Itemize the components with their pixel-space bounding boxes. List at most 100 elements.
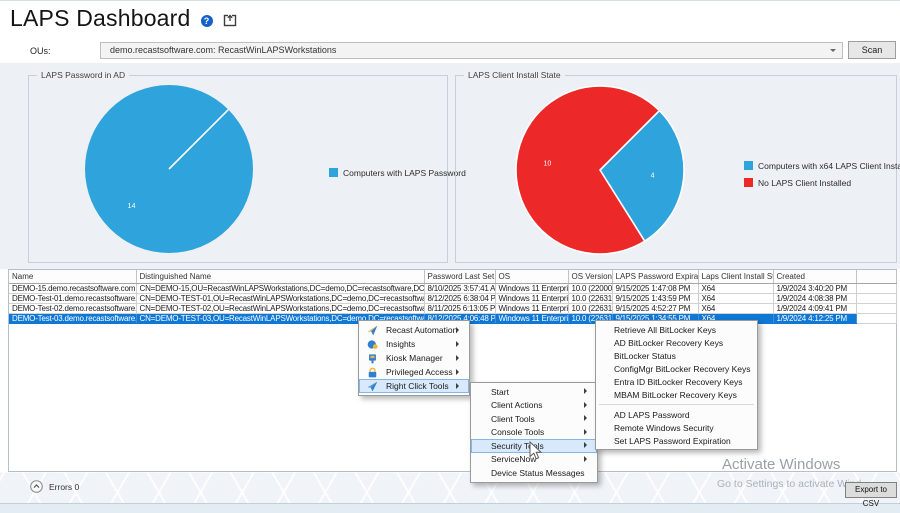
table-cell[interactable]: Windows 11 Enterprise [495, 303, 568, 313]
table-row-demo-15[interactable]: DEMO-15.demo.recastsoftware.comCN=DEMO-1… [9, 283, 896, 293]
table-cell[interactable]: 9/15/2025 1:43:59 PM [612, 293, 698, 303]
table-cell[interactable] [856, 283, 896, 293]
submenu-arrow-icon [456, 369, 462, 375]
legend-item-no-laps-client-installed: No LAPS Client Installed [744, 174, 900, 191]
submenu-arrow-icon [584, 388, 590, 394]
table-cell[interactable]: 1/9/2024 4:08:38 PM [773, 293, 856, 303]
menu-separator [599, 404, 754, 405]
table-cell[interactable]: CN=DEMO-TEST-02,OU=RecastWinLAPSWorkstat… [136, 303, 424, 313]
chevron-down-icon [830, 49, 836, 55]
menu-item-label: Device Status Messages [491, 468, 585, 478]
computers-table: NameDistinguished NamePassword Last SetO… [9, 270, 897, 324]
table-cell[interactable]: X64 [698, 303, 773, 313]
menu-item-insights[interactable]: Insights [359, 337, 469, 351]
table-cell[interactable]: X64 [698, 293, 773, 303]
menu-item-recast-automation[interactable]: Recast Automation [359, 323, 469, 337]
menu-item-entra-id-bitlocker-recovery-keys[interactable]: Entra ID BitLocker Recovery Keys [596, 375, 757, 388]
table-cell[interactable]: 9/15/2025 4:52:27 PM [612, 303, 698, 313]
column-header-laps-password-expiration[interactable]: LAPS Password Expiration [612, 270, 698, 283]
activate-windows-watermark: Activate Windows [722, 456, 840, 473]
menu-item-ad-bitlocker-recovery-keys[interactable]: AD BitLocker Recovery Keys [596, 336, 757, 349]
table-cell[interactable]: DEMO-Test-03.demo.recastsoftware.com [9, 313, 136, 323]
table-cell[interactable]: Windows 11 Enterprise [495, 313, 568, 323]
activate-windows-subtext: Go to Settings to activate Wind [717, 478, 861, 490]
menu-item-remote-windows-security[interactable]: Remote Windows Security [596, 421, 757, 434]
table-cell[interactable]: 8/11/2025 6:13:05 PM [424, 303, 495, 313]
svg-text:14: 14 [128, 203, 136, 210]
submenu-arrow-icon [584, 402, 590, 408]
legend-swatch [744, 161, 753, 170]
popout-icon[interactable] [223, 13, 237, 27]
menu-item-console-tools[interactable]: Console Tools [471, 426, 597, 440]
menu-item-configmgr-bitlocker-recovery-keys[interactable]: ConfigMgr BitLocker Recovery Keys [596, 362, 757, 375]
submenu-arrow-icon [456, 355, 462, 361]
column-header-name[interactable]: Name [9, 270, 136, 283]
column-header-spacer[interactable] [856, 270, 896, 283]
column-header-distinguished-name[interactable]: Distinguished Name [136, 270, 424, 283]
help-icon[interactable]: ? [201, 15, 213, 27]
table-cell[interactable]: X64 [698, 283, 773, 293]
table-cell[interactable]: DEMO-Test-02.demo.recastsoftware.com [9, 303, 136, 313]
table-cell[interactable]: CN=DEMO-15,OU=RecastWinLAPSWorkstations,… [136, 283, 424, 293]
table-cell[interactable] [856, 303, 896, 313]
menu-item-mbam-bitlocker-recovery-keys[interactable]: MBAM BitLocker Recovery Keys [596, 388, 757, 401]
table-cell[interactable]: 10.0 (22631) [568, 293, 612, 303]
menu-item-label: Start [491, 387, 509, 397]
submenu-arrow-icon [456, 327, 462, 333]
rocket-icon [367, 325, 378, 336]
table-cell[interactable]: Windows 11 Enterprise [495, 283, 568, 293]
table-header-row: NameDistinguished NamePassword Last SetO… [9, 270, 896, 283]
submenu-arrow-icon [584, 442, 590, 448]
right-click-tools-submenu: Start Client ActionsClient ToolsConsole T… [470, 382, 598, 483]
menu-item-client-tools[interactable]: Client Tools [471, 412, 597, 426]
table-cell[interactable]: 10.0 (22631) [568, 303, 612, 313]
menu-item-device-status-messages[interactable]: Device Status Messages [471, 466, 597, 480]
laps-password-legend: Computers with LAPS Password [329, 164, 466, 181]
menu-item-privileged-access[interactable]: Privileged Access [359, 365, 469, 379]
submenu-arrow-icon [456, 341, 462, 347]
column-header-os[interactable]: OS [495, 270, 568, 283]
table-cell[interactable]: 1/9/2024 4:09:41 PM [773, 303, 856, 313]
svg-text:4: 4 [651, 172, 655, 179]
column-header-laps-client-install-state[interactable]: Laps Client Install State [698, 270, 773, 283]
menu-item-set-laps-password-expiration[interactable]: Set LAPS Password Expiration [596, 434, 757, 447]
table-cell[interactable] [856, 293, 896, 303]
column-header-password-last-set[interactable]: Password Last Set [424, 270, 495, 283]
plane-icon [367, 381, 378, 392]
table-cell[interactable]: 9/15/2025 1:47:08 PM [612, 283, 698, 293]
menu-item-kiosk-manager[interactable]: Kiosk Manager [359, 351, 469, 365]
table-cell[interactable]: 1/9/2024 3:40:20 PM [773, 283, 856, 293]
legend-label: No LAPS Client Installed [758, 178, 851, 188]
menu-item-retrieve-all-bitlocker-keys[interactable]: Retrieve All BitLocker Keys [596, 323, 757, 336]
table-cell[interactable] [856, 313, 896, 323]
menu-item-right-click-tools[interactable]: Right Click Tools [359, 379, 469, 393]
menu-item-bitlocker-status[interactable]: BitLocker Status [596, 349, 757, 362]
ou-dropdown[interactable]: demo.recastsoftware.com: RecastWinLAPSWo… [100, 42, 843, 59]
legend-item-computers-with-x64-laps-client-installed: Computers with x64 LAPS Client Installed [744, 157, 900, 174]
legend-swatch [329, 168, 338, 177]
table-row-demo-test-02[interactable]: DEMO-Test-02.demo.recastsoftware.comCN=D… [9, 303, 896, 313]
table-cell[interactable]: CN=DEMO-TEST-01,OU=RecastWinLAPSWorkstat… [136, 293, 424, 303]
menu-item-label: Recast Automation [386, 325, 457, 335]
export-to-csv-button[interactable]: Export to CSV [845, 482, 897, 498]
menu-item-ad-laps-password[interactable]: AD LAPS Password [596, 408, 757, 421]
menu-item-label: Set LAPS Password Expiration [614, 436, 731, 446]
table-cell[interactable]: Windows 11 Enterprise [495, 293, 568, 303]
mouse-cursor [529, 441, 543, 461]
column-header-os-version[interactable]: OS Version [568, 270, 612, 283]
scan-button[interactable]: Scan [848, 41, 896, 59]
menu-item-client-actions[interactable]: Client Actions [471, 399, 597, 413]
table-row-demo-test-01[interactable]: DEMO-Test-01.demo.recastsoftware.comCN=D… [9, 293, 896, 303]
laps-password-chart-panel: LAPS Password in AD 14 Computers with LA… [28, 75, 448, 263]
legend-swatch [744, 178, 753, 187]
table-cell[interactable]: DEMO-15.demo.recastsoftware.com [9, 283, 136, 293]
table-cell[interactable]: 8/12/2025 6:38:04 PM [424, 293, 495, 303]
client-install-legend: Computers with x64 LAPS Client Installed… [744, 157, 900, 191]
table-cell[interactable]: 10.0 (22000) [568, 283, 612, 293]
table-cell[interactable]: 1/9/2024 4:12:25 PM [773, 313, 856, 323]
errors-expander[interactable]: Errors 0 [30, 480, 79, 493]
table-cell[interactable]: DEMO-Test-01.demo.recastsoftware.com [9, 293, 136, 303]
column-header-created[interactable]: Created [773, 270, 856, 283]
table-cell[interactable]: 8/10/2025 3:57:41 AM [424, 283, 495, 293]
menu-item-start[interactable]: Start [471, 385, 597, 399]
